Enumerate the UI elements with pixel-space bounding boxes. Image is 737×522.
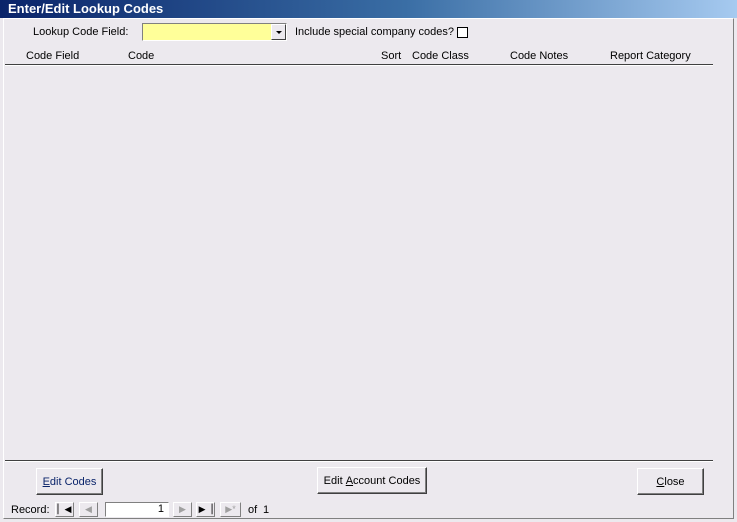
record-label: Record: [11, 504, 50, 516]
edit-codes-button[interactable]: Edit Codes [36, 468, 103, 495]
column-header-code-field: Code Field [26, 50, 80, 62]
total-records: 1 [263, 504, 270, 516]
lookup-code-field-combo[interactable] [142, 23, 287, 41]
header-divider [5, 64, 713, 66]
prev-record-icon[interactable]: ◀ [79, 502, 98, 517]
close-button[interactable]: Close [637, 468, 704, 495]
current-record-input[interactable]: 1 [105, 502, 169, 517]
new-record-icon[interactable]: ▶* [220, 502, 241, 517]
lookup-code-field-label: Lookup Code Field: [33, 26, 129, 38]
next-record-icon[interactable]: ▶ [173, 502, 192, 517]
last-record-icon[interactable]: ▶▕ [196, 502, 215, 517]
column-header-code-notes: Code Notes [510, 50, 569, 62]
column-header-code-class: Code Class [412, 50, 469, 62]
column-header-report-category: Report Category [610, 50, 691, 62]
combo-dropdown-button[interactable] [271, 24, 286, 40]
first-record-icon[interactable]: ▏◀ [55, 502, 74, 517]
footer-divider [5, 460, 713, 462]
of-label: of [248, 504, 258, 516]
chevron-down-icon [275, 30, 282, 34]
form-body [3, 18, 734, 519]
column-header-code: Code [128, 50, 155, 62]
special-codes-label: Include special company codes? [295, 26, 454, 38]
window-title: Enter/Edit Lookup Codes [0, 0, 737, 18]
special-codes-checkbox[interactable] [457, 27, 468, 38]
edit-account-codes-button[interactable]: Edit Account Codes [317, 467, 427, 494]
column-header-sort: Sort [381, 50, 402, 62]
